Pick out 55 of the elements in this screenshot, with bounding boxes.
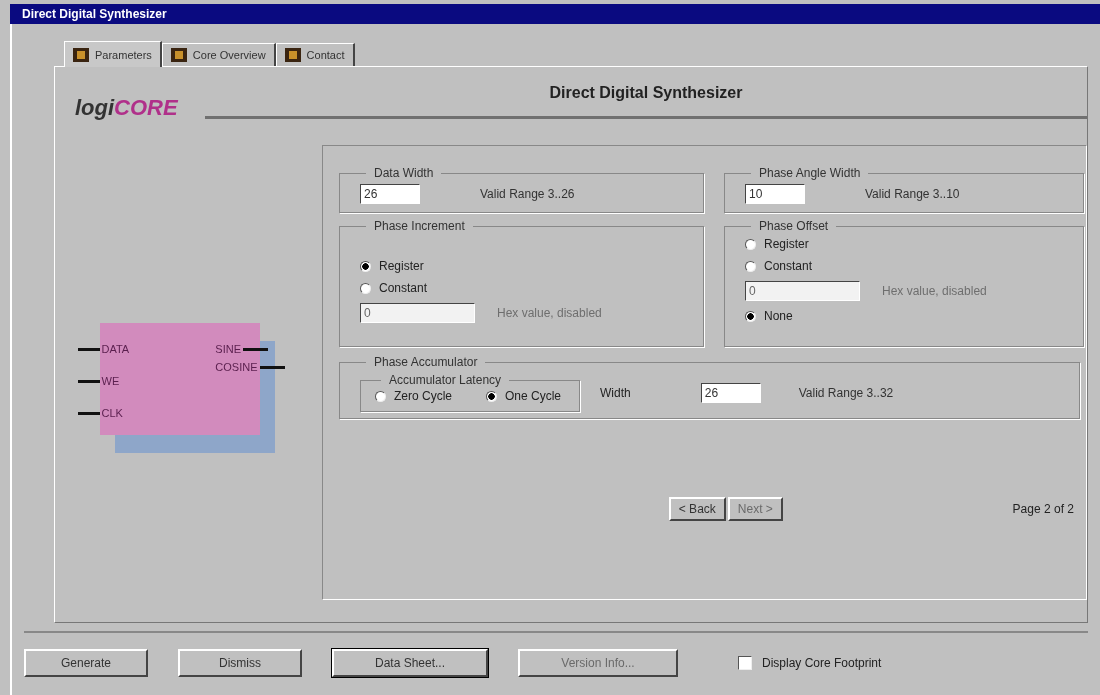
group-title: Phase Accumulator: [373, 355, 479, 369]
window-title: Direct Digital Synthesizer: [10, 4, 1100, 24]
hint-label: Hex value, disabled: [497, 306, 602, 320]
group-title: Phase Increment: [373, 219, 466, 233]
input-field[interactable]: 26: [360, 184, 420, 204]
hint-label: Hex value, disabled: [882, 284, 987, 298]
tab[interactable]: Core Overview: [161, 43, 276, 66]
group-title: Phase Angle Width: [758, 166, 862, 180]
pin-label: SINE: [214, 343, 242, 355]
page-indicator: Page 2 of 2: [1012, 502, 1074, 516]
radio-label: One Cycle: [505, 389, 562, 403]
pin-line: [243, 347, 268, 351]
nav-button[interactable]: < Back: [668, 497, 726, 521]
radio-button[interactable]: [360, 260, 371, 272]
radio-button[interactable]: [375, 390, 386, 402]
radio-label: Constant: [379, 281, 428, 295]
pin-line: [77, 379, 100, 383]
checkbox-label: Display Core Footprint: [762, 656, 882, 670]
radio-button[interactable]: [360, 282, 371, 294]
pin-line: [259, 365, 285, 369]
width-label: Width: [600, 385, 631, 400]
input-field[interactable]: 26: [700, 382, 761, 403]
core-icon: [170, 48, 187, 62]
tab[interactable]: Contact: [275, 43, 355, 66]
pin-label: DATA: [100, 343, 131, 355]
dialog-button[interactable]: Data Sheet...: [332, 649, 488, 677]
dialog-button[interactable]: Dismiss: [178, 649, 302, 677]
group-title: Data Width: [373, 166, 435, 180]
group-title: Phase Offset: [758, 219, 830, 233]
radio-button[interactable]: [486, 390, 497, 402]
radio-label: Register: [764, 237, 809, 251]
radio-label: Register: [379, 259, 424, 273]
radio-label: Zero Cycle: [394, 389, 452, 403]
logo: logiCORE: [75, 95, 179, 121]
radio-button[interactable]: [745, 260, 756, 272]
range-label: Valid Range 3..10: [865, 187, 960, 201]
tab[interactable]: Parameters: [64, 41, 162, 67]
pin-label: CLK: [100, 407, 124, 419]
pin-label: COSINE: [214, 361, 259, 373]
group-title: Accumulator Latency: [388, 373, 503, 387]
core-icon: [284, 48, 301, 62]
radio-label: None: [764, 309, 793, 323]
pin-line: [77, 411, 100, 415]
pin-label: WE: [100, 375, 121, 387]
radio-label: Constant: [764, 259, 813, 273]
range-label: Valid Range 3..32: [798, 385, 894, 400]
range-label: Valid Range 3..26: [480, 187, 575, 201]
checkbox[interactable]: [738, 656, 752, 670]
core-icon: [73, 47, 89, 62]
header-title: Direct Digital Synthesizer: [549, 84, 743, 102]
input-field[interactable]: 10: [745, 184, 805, 204]
pin-line: [77, 347, 100, 351]
radio-button[interactable]: [745, 310, 756, 322]
radio-button[interactable]: [745, 238, 756, 250]
dialog-button[interactable]: Generate: [24, 649, 148, 677]
